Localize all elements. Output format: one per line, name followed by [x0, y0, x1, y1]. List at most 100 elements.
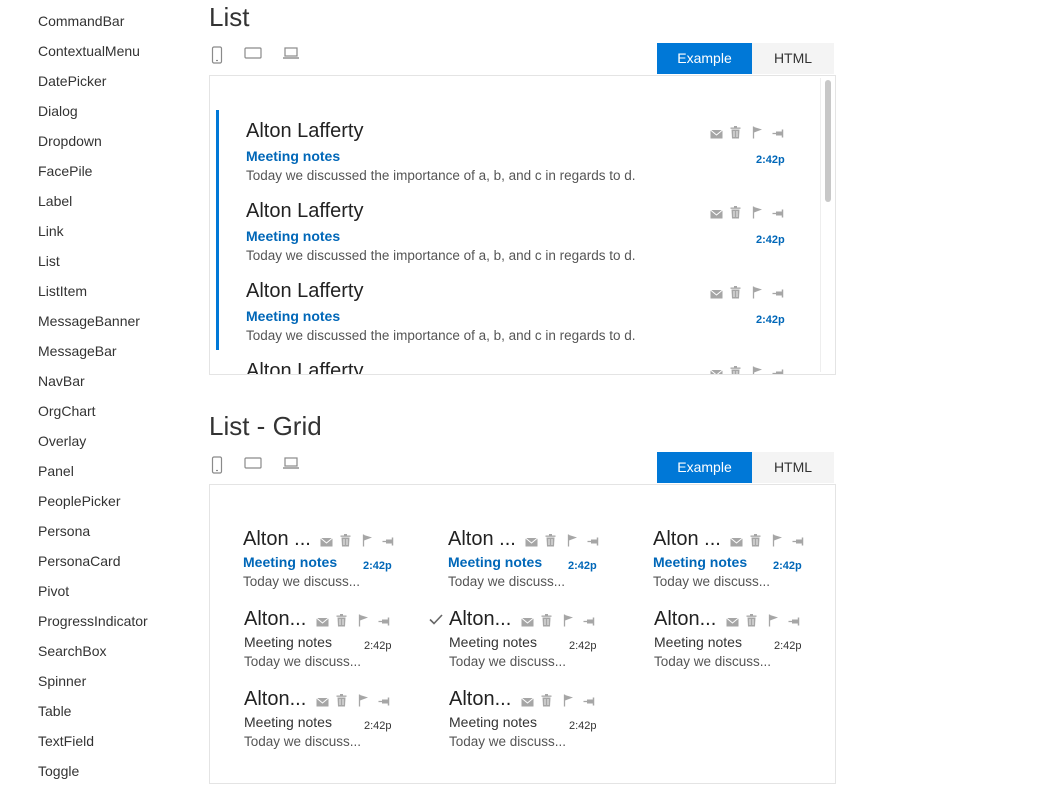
- sidebar-item-messagebanner[interactable]: MessageBanner: [38, 313, 140, 329]
- sidebar-item-facepile[interactable]: FacePile: [38, 163, 92, 179]
- tablet-icon[interactable]: [244, 456, 262, 475]
- pin-icon[interactable]: [382, 534, 395, 552]
- pin-icon[interactable]: [583, 614, 596, 632]
- mail-icon[interactable]: [525, 534, 538, 552]
- trash-icon[interactable]: [541, 614, 552, 632]
- trash-icon[interactable]: [545, 534, 556, 552]
- flag-icon[interactable]: [752, 126, 763, 144]
- tablet-icon[interactable]: [244, 46, 262, 65]
- trash-icon[interactable]: [730, 206, 741, 224]
- trash-icon[interactable]: [730, 286, 741, 304]
- list-tab-example[interactable]: Example: [657, 43, 752, 74]
- sidebar-item-label[interactable]: Label: [38, 193, 72, 209]
- grid-list-item[interactable]: Alton... Meeting notes 2:42p Today we discu…: [244, 608, 434, 678]
- laptop-icon[interactable]: [282, 456, 300, 475]
- grid-list-item[interactable]: Alton ... Meeting notes 2:42p Today we disc…: [243, 528, 433, 598]
- pin-icon[interactable]: [772, 286, 785, 304]
- flag-icon[interactable]: [563, 694, 574, 712]
- flag-icon[interactable]: [752, 286, 763, 304]
- mail-icon[interactable]: [726, 614, 739, 632]
- mail-icon[interactable]: [730, 534, 743, 552]
- pin-icon[interactable]: [583, 694, 596, 712]
- sidebar-item-navbar[interactable]: NavBar: [38, 373, 85, 389]
- grid-list-item[interactable]: Alton ... Meeting notes 2:42p Today we disc…: [653, 528, 835, 598]
- pin-icon[interactable]: [587, 534, 600, 552]
- grid-tab-example[interactable]: Example: [657, 452, 752, 483]
- grid-list-item[interactable]: Alton... Meeting notes 2:42p Today we discu…: [654, 608, 835, 678]
- flag-icon[interactable]: [567, 534, 578, 552]
- sidebar-item-commandbar[interactable]: CommandBar: [38, 13, 124, 29]
- trash-icon[interactable]: [746, 614, 757, 632]
- pin-icon[interactable]: [792, 534, 805, 552]
- list-item[interactable]: Alton Lafferty Meeting notes Today we disc…: [210, 280, 810, 360]
- scrollbar[interactable]: [820, 78, 835, 372]
- sender-name: Alton Lafferty: [246, 360, 364, 375]
- mail-icon[interactable]: [710, 286, 723, 304]
- flag-icon[interactable]: [752, 366, 763, 374]
- mail-icon[interactable]: [521, 614, 534, 632]
- sidebar-item-persona[interactable]: Persona: [38, 523, 90, 539]
- mail-icon[interactable]: [710, 126, 723, 144]
- pin-icon[interactable]: [772, 206, 785, 224]
- grid-list-item[interactable]: Alton... Meeting notes 2:42p Today we discu…: [244, 688, 434, 758]
- flag-icon[interactable]: [362, 534, 373, 552]
- mail-icon[interactable]: [521, 694, 534, 712]
- sidebar-item-table[interactable]: Table: [38, 703, 71, 719]
- flag-icon[interactable]: [563, 614, 574, 632]
- grid-list-item[interactable]: Alton ... Meeting notes 2:42p Today we disc…: [448, 528, 638, 598]
- flag-icon[interactable]: [358, 694, 369, 712]
- grid-list-item[interactable]: Alton... Meeting notes 2:42p Today we discu…: [449, 688, 639, 758]
- grid-list-item[interactable]: Alton... Meeting notes 2:42p Today we discu…: [429, 608, 639, 678]
- trash-icon[interactable]: [336, 614, 347, 632]
- sidebar-item-spinner[interactable]: Spinner: [38, 673, 86, 689]
- trash-icon[interactable]: [541, 694, 552, 712]
- flag-icon[interactable]: [772, 534, 783, 552]
- pin-icon[interactable]: [378, 614, 391, 632]
- trash-icon[interactable]: [750, 534, 761, 552]
- sidebar-item-panel[interactable]: Panel: [38, 463, 74, 479]
- sidebar-item-pivot[interactable]: Pivot: [38, 583, 69, 599]
- sidebar-item-datepicker[interactable]: DatePicker: [38, 73, 106, 89]
- sidebar-item-listitem[interactable]: ListItem: [38, 283, 87, 299]
- sidebar-item-dropdown[interactable]: Dropdown: [38, 133, 102, 149]
- flag-icon[interactable]: [358, 614, 369, 632]
- list-tab-html[interactable]: HTML: [752, 43, 834, 74]
- sidebar-item-dialog[interactable]: Dialog: [38, 103, 78, 119]
- sidebar-item-personacard[interactable]: PersonaCard: [38, 553, 121, 569]
- sidebar-item-contextualmenu[interactable]: ContextualMenu: [38, 43, 140, 59]
- sidebar-item-list[interactable]: List: [38, 253, 60, 269]
- mail-icon[interactable]: [316, 614, 329, 632]
- pin-icon[interactable]: [772, 126, 785, 144]
- list-item[interactable]: Alton Lafferty Meeting notes Today we disc…: [210, 200, 810, 280]
- sidebar-item-overlay[interactable]: Overlay: [38, 433, 86, 449]
- flag-icon[interactable]: [752, 206, 763, 224]
- pin-icon[interactable]: [788, 614, 801, 632]
- trash-icon[interactable]: [730, 366, 741, 374]
- sidebar-item-searchbox[interactable]: SearchBox: [38, 643, 106, 659]
- trash-icon[interactable]: [340, 534, 351, 552]
- mail-icon[interactable]: [710, 206, 723, 224]
- pin-icon[interactable]: [772, 366, 785, 374]
- trash-icon[interactable]: [730, 126, 741, 144]
- trash-icon[interactable]: [336, 694, 347, 712]
- phone-icon[interactable]: [211, 456, 223, 479]
- sidebar-item-toggle[interactable]: Toggle: [38, 763, 79, 779]
- mail-icon[interactable]: [316, 694, 329, 712]
- phone-icon[interactable]: [211, 46, 223, 69]
- sidebar-item-orgchart[interactable]: OrgChart: [38, 403, 96, 419]
- sidebar-item-messagebar[interactable]: MessageBar: [38, 343, 117, 359]
- list-item[interactable]: Alton Lafferty: [210, 360, 810, 375]
- list-item[interactable]: Alton Lafferty Meeting notes Today we disc…: [210, 120, 810, 200]
- mail-icon[interactable]: [710, 366, 723, 374]
- checkmark-icon[interactable]: [429, 612, 443, 630]
- grid-tab-html[interactable]: HTML: [752, 452, 834, 483]
- sidebar-item-peoplepicker[interactable]: PeoplePicker: [38, 493, 121, 509]
- scrollbar-thumb[interactable]: [825, 80, 831, 202]
- mail-icon[interactable]: [320, 534, 333, 552]
- sidebar-item-link[interactable]: Link: [38, 223, 64, 239]
- pin-icon[interactable]: [378, 694, 391, 712]
- flag-icon[interactable]: [768, 614, 779, 632]
- sidebar-item-textfield[interactable]: TextField: [38, 733, 94, 749]
- laptop-icon[interactable]: [282, 46, 300, 65]
- sidebar-item-progressindicator[interactable]: ProgressIndicator: [38, 613, 148, 629]
